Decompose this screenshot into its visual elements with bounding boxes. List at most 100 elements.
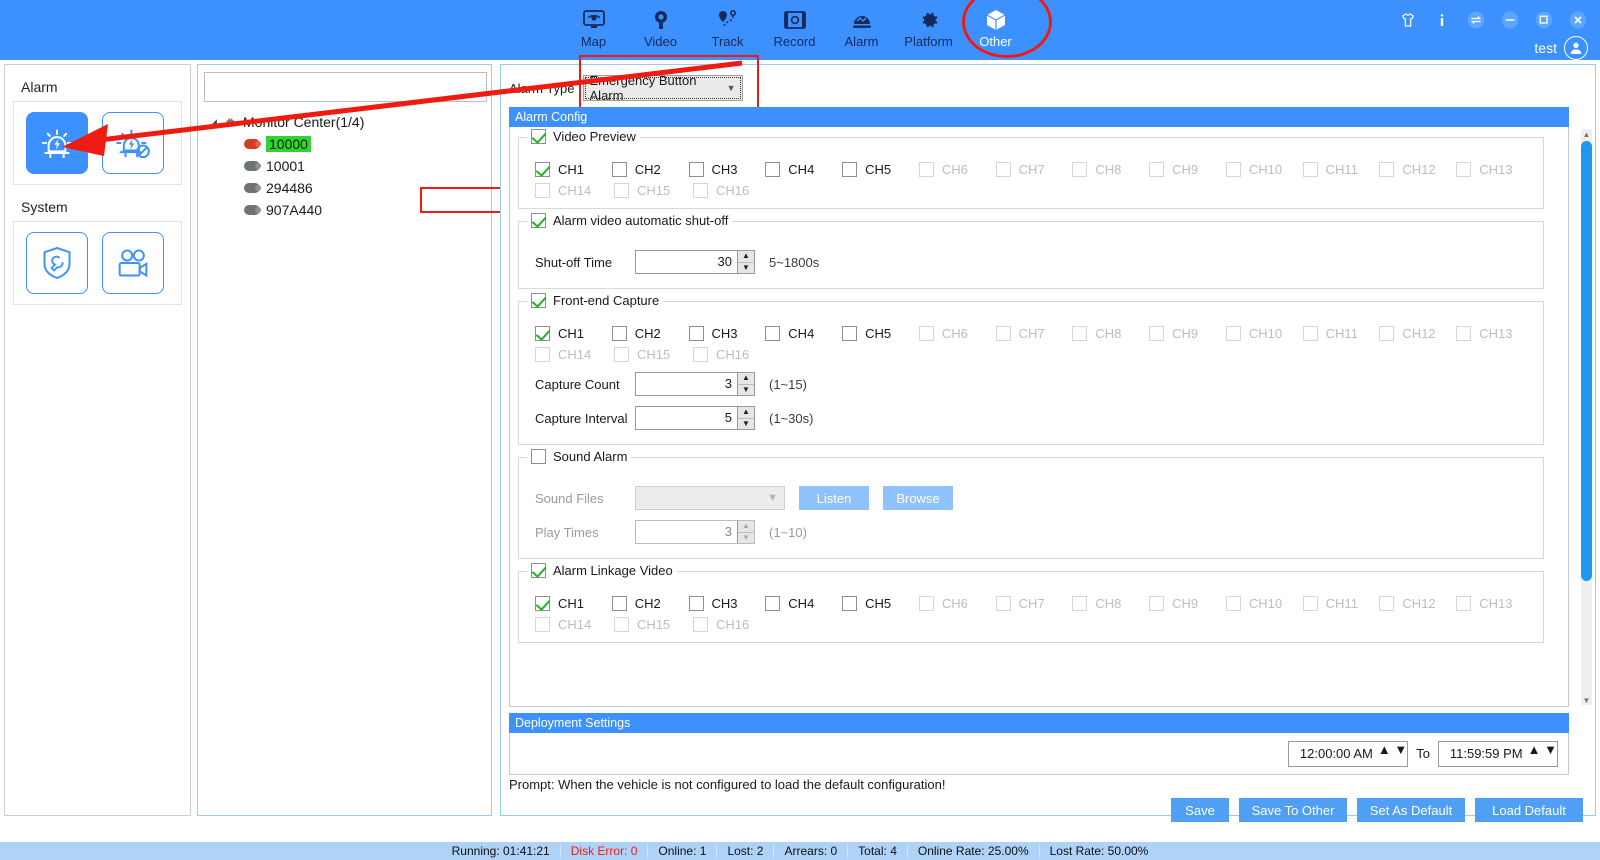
channel-ch5[interactable]: CH5	[842, 326, 919, 341]
sound-alarm-checkbox[interactable]	[531, 449, 546, 464]
channel-ch3[interactable]: CH3	[688, 596, 766, 611]
nav-item-platform[interactable]: Platform	[895, 2, 962, 56]
channel-checkbox[interactable]	[688, 326, 704, 341]
channel-checkbox	[535, 617, 550, 632]
close-icon[interactable]	[1568, 10, 1588, 30]
channel-checkbox[interactable]	[765, 326, 781, 341]
channel-ch5[interactable]: CH5	[842, 596, 919, 611]
shutoff-time-value[interactable]: 30	[636, 251, 737, 273]
alarm-video-shutoff-checkbox[interactable]	[531, 213, 546, 228]
channel-checkbox[interactable]	[535, 596, 550, 611]
alarm-off-button[interactable]	[102, 112, 164, 174]
tree-item-device[interactable]: 10000	[206, 133, 486, 155]
config-vertical-scrollbar[interactable]: ▲ ▼	[1581, 129, 1592, 705]
stepper-arrows[interactable]: ▲ ▼	[737, 251, 754, 273]
nav-item-other[interactable]: Other	[962, 2, 1029, 56]
alarm-on-button[interactable]	[26, 112, 88, 174]
video-preview-checkbox[interactable]	[531, 129, 546, 144]
channel-ch2[interactable]: CH2	[611, 326, 689, 341]
save-to-other-button[interactable]: Save To Other	[1239, 798, 1347, 822]
tree-item-device[interactable]: 907A440	[206, 199, 486, 221]
scroll-up-icon[interactable]: ▲	[1582, 129, 1591, 139]
info-icon[interactable]	[1432, 10, 1452, 30]
user-account[interactable]: test	[1534, 36, 1588, 60]
start-time-value[interactable]: 12:00:00 AM	[1289, 742, 1378, 766]
channel-ch5[interactable]: CH5	[842, 162, 919, 177]
stepper-down-icon[interactable]: ▼	[1544, 742, 1557, 757]
end-time-stepper[interactable]: 11:59:59 PM ▲ ▼	[1438, 740, 1558, 767]
scrollbar-thumb[interactable]	[1581, 141, 1592, 581]
stepper-down-icon[interactable]: ▼	[738, 419, 754, 430]
stepper-arrows[interactable]: ▲ ▼	[737, 373, 754, 395]
stepper-up-icon[interactable]: ▲	[1378, 742, 1391, 757]
stepper-up-icon[interactable]: ▲	[738, 373, 754, 385]
nav-item-alarm[interactable]: Alarm	[828, 2, 895, 56]
channel-checkbox[interactable]	[535, 162, 550, 177]
stepper-down-icon[interactable]: ▼	[1394, 742, 1407, 757]
channel-checkbox[interactable]	[765, 596, 781, 611]
channel-ch2[interactable]: CH2	[611, 596, 689, 611]
channel-checkbox[interactable]	[842, 162, 858, 177]
stepper-arrows[interactable]: ▲ ▼	[1378, 742, 1407, 766]
capture-interval-value[interactable]: 5	[636, 407, 737, 429]
expand-twisty-icon[interactable]: ◢	[210, 117, 222, 128]
nav-item-record[interactable]: Record	[761, 2, 828, 56]
system-maintenance-button[interactable]	[26, 232, 88, 294]
channel-ch4[interactable]: CH4	[765, 326, 842, 341]
section-video-preview: Video Preview CH1 CH2 CH3 CH4 CH5 CH6 CH…	[518, 129, 1544, 209]
stepper-up-icon[interactable]: ▲	[738, 251, 754, 263]
channel-checkbox[interactable]	[611, 162, 627, 177]
search-input[interactable]	[204, 72, 487, 102]
start-time-stepper[interactable]: 12:00:00 AM ▲ ▼	[1288, 740, 1409, 767]
skin-icon[interactable]	[1398, 10, 1418, 30]
tree-root-monitor-center[interactable]: ◢ Monitor Center(1/4)	[206, 111, 486, 133]
stepper-up-icon[interactable]: ▲	[738, 407, 754, 419]
alarm-linkage-video-checkbox[interactable]	[531, 563, 546, 578]
tree-item-device[interactable]: 10001	[206, 155, 486, 177]
channel-ch14: CH14	[535, 347, 614, 362]
stepper-down-icon[interactable]: ▼	[738, 385, 754, 396]
channel-checkbox[interactable]	[842, 596, 858, 611]
system-camera-button[interactable]	[102, 232, 164, 294]
channel-ch1[interactable]: CH1	[535, 162, 612, 177]
stepper-arrows[interactable]: ▲ ▼	[1528, 742, 1557, 766]
stepper-arrows[interactable]: ▲ ▼	[737, 407, 754, 429]
capture-count-value[interactable]: 3	[636, 373, 737, 395]
shutoff-time-stepper[interactable]: 30 ▲ ▼	[635, 250, 755, 274]
channel-checkbox[interactable]	[535, 326, 550, 341]
alarm-type-select[interactable]: Emergency Button Alarm ▼	[582, 73, 743, 103]
channel-checkbox[interactable]	[765, 162, 781, 177]
avatar[interactable]	[1564, 36, 1588, 60]
front-end-capture-checkbox[interactable]	[531, 293, 546, 308]
channel-checkbox[interactable]	[842, 326, 858, 341]
channel-checkbox[interactable]	[688, 596, 704, 611]
capture-interval-stepper[interactable]: 5 ▲ ▼	[635, 406, 755, 430]
channel-ch3[interactable]: CH3	[688, 326, 766, 341]
maximize-icon[interactable]	[1534, 10, 1554, 30]
scroll-down-icon[interactable]: ▼	[1582, 695, 1591, 705]
channel-ch1[interactable]: CH1	[535, 326, 612, 341]
chevron-down-icon: ▼	[726, 83, 736, 93]
channel-ch4[interactable]: CH4	[765, 596, 842, 611]
stepper-up-icon[interactable]: ▲	[1528, 742, 1541, 757]
channel-checkbox[interactable]	[611, 596, 627, 611]
tree-item-device[interactable]: 294486	[206, 177, 486, 199]
load-default-button[interactable]: Load Default	[1475, 798, 1583, 822]
end-time-value[interactable]: 11:59:59 PM	[1439, 742, 1528, 766]
channel-ch4[interactable]: CH4	[765, 162, 842, 177]
channel-ch11: CH11	[1302, 162, 1380, 177]
set-as-default-button[interactable]: Set As Default	[1357, 798, 1465, 822]
channel-checkbox[interactable]	[611, 326, 627, 341]
capture-count-stepper[interactable]: 3 ▲ ▼	[635, 372, 755, 396]
channel-ch1[interactable]: CH1	[535, 596, 612, 611]
nav-item-track[interactable]: Track	[694, 2, 761, 56]
minimize-icon[interactable]	[1500, 10, 1520, 30]
save-button[interactable]: Save	[1171, 798, 1229, 822]
nav-item-map[interactable]: Map	[560, 2, 627, 56]
switch-account-icon[interactable]	[1466, 10, 1486, 30]
channel-ch3[interactable]: CH3	[688, 162, 766, 177]
nav-item-video[interactable]: Video	[627, 2, 694, 56]
channel-ch2[interactable]: CH2	[611, 162, 689, 177]
stepper-down-icon[interactable]: ▼	[738, 263, 754, 274]
channel-checkbox[interactable]	[688, 162, 704, 177]
